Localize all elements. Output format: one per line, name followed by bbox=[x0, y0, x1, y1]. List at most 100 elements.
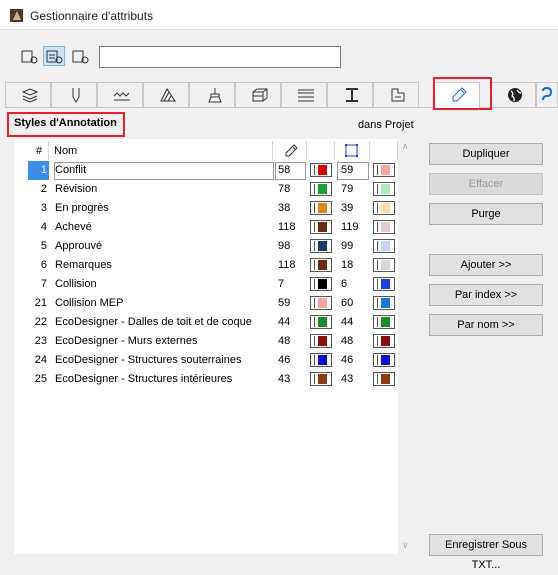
table-row[interactable]: 1 Conflit 58 59 bbox=[14, 161, 398, 180]
tab-surfaces[interactable] bbox=[189, 82, 235, 107]
row-fill-number: 119 bbox=[341, 221, 359, 233]
tab-zone-categories[interactable] bbox=[373, 82, 419, 107]
fill-color-swatch[interactable] bbox=[373, 372, 395, 386]
pen-color-swatch[interactable] bbox=[310, 163, 332, 177]
row-fill-number: 6 bbox=[341, 278, 348, 290]
pen-color-swatch[interactable] bbox=[310, 296, 332, 310]
view-list-icon bbox=[21, 50, 38, 64]
column-pen[interactable] bbox=[273, 141, 307, 160]
pen-color-swatch[interactable] bbox=[310, 201, 332, 215]
fill-color-swatch[interactable] bbox=[373, 220, 395, 234]
row-name: En progrès bbox=[55, 202, 109, 214]
tab-line-types[interactable] bbox=[97, 82, 143, 107]
tab-mep[interactable] bbox=[536, 82, 558, 107]
table-row[interactable]: 23 EcoDesigner - Murs externes 48 48 bbox=[14, 332, 398, 351]
pen-color-swatch[interactable] bbox=[310, 239, 332, 253]
tab-profiles[interactable] bbox=[327, 82, 373, 107]
tab-composites[interactable] bbox=[281, 82, 327, 107]
table-row[interactable]: 24 EcoDesigner - Structures souterraines 4… bbox=[14, 351, 398, 370]
column-pen-color bbox=[307, 141, 335, 160]
fill-color-swatch[interactable] bbox=[373, 239, 395, 253]
view-list-button[interactable] bbox=[18, 46, 40, 66]
row-pen-number: 46 bbox=[278, 354, 291, 366]
pen-color-swatch[interactable] bbox=[310, 220, 332, 234]
pen-color-swatch[interactable] bbox=[310, 258, 332, 272]
row-index: 7 bbox=[40, 278, 47, 290]
row-pen-number: 48 bbox=[278, 335, 291, 347]
purge-button[interactable]: Purge bbox=[429, 203, 543, 225]
fill-color-swatch[interactable] bbox=[373, 163, 395, 177]
scroll-up-icon[interactable]: ∧ bbox=[402, 141, 409, 152]
row-pen-number: 7 bbox=[278, 278, 285, 290]
view-preview-button[interactable] bbox=[69, 46, 91, 66]
tab-building-materials[interactable] bbox=[235, 82, 281, 107]
row-name: Collision bbox=[55, 278, 97, 290]
tab-pens[interactable] bbox=[51, 82, 97, 107]
table-row[interactable]: 4 Achevé 118 119 bbox=[14, 218, 398, 237]
fill-color-swatch[interactable] bbox=[373, 353, 395, 367]
fill-color-swatch[interactable] bbox=[373, 201, 395, 215]
row-fill-number: 59 bbox=[341, 164, 354, 176]
pen-color-swatch[interactable] bbox=[310, 372, 332, 386]
layers-icon bbox=[21, 88, 39, 103]
table-row[interactable]: 7 Collision 7 6 bbox=[14, 275, 398, 294]
row-pen-number: 118 bbox=[278, 259, 296, 271]
fill-color-swatch[interactable] bbox=[373, 315, 395, 329]
append-button[interactable]: Ajouter >> bbox=[429, 254, 543, 276]
table-row[interactable]: 22 EcoDesigner - Dalles de toit et de coq… bbox=[14, 313, 398, 332]
name-edit-field[interactable] bbox=[54, 162, 274, 180]
save-as-txt-button[interactable]: Enregistrer Sous TXT... bbox=[429, 534, 543, 571]
tab-globe[interactable] bbox=[490, 82, 536, 107]
by-index-button[interactable]: Par index >> bbox=[429, 284, 543, 306]
pen-color-swatch[interactable] bbox=[310, 315, 332, 329]
row-index: 23 bbox=[34, 335, 47, 347]
table-row[interactable]: 25 EcoDesigner - Structures intérieures 43… bbox=[14, 370, 398, 389]
profile-icon bbox=[346, 88, 358, 102]
table-row[interactable]: 21 Collision MEP 59 60 bbox=[14, 294, 398, 313]
table-header: # Nom bbox=[14, 141, 398, 160]
search-input[interactable] bbox=[99, 46, 341, 68]
row-name: Conflit bbox=[55, 164, 87, 176]
by-name-button[interactable]: Par nom >> bbox=[429, 314, 543, 336]
active-tab-highlight bbox=[433, 77, 492, 110]
scroll-down-icon[interactable]: ∨ bbox=[402, 540, 409, 551]
globe-icon bbox=[508, 88, 522, 102]
tab-fills[interactable] bbox=[143, 82, 189, 107]
row-name: EcoDesigner - Dalles de toit et de coque bbox=[55, 316, 252, 328]
tab-layers[interactable] bbox=[5, 82, 51, 107]
delete-button[interactable]: Effacer bbox=[429, 173, 543, 195]
table-row[interactable]: 5 Approuvé 98 99 bbox=[14, 237, 398, 256]
surface-brush-icon bbox=[208, 88, 222, 103]
column-index[interactable]: # bbox=[28, 141, 49, 160]
column-fill[interactable] bbox=[335, 141, 370, 160]
scope-label: dans Projet bbox=[358, 119, 414, 131]
row-fill-number: 99 bbox=[341, 240, 354, 252]
fill-color-swatch[interactable] bbox=[373, 258, 395, 272]
fill-color-swatch[interactable] bbox=[373, 277, 395, 291]
row-name: Remarques bbox=[55, 259, 112, 271]
table-row[interactable]: 2 Révision 78 79 bbox=[14, 180, 398, 199]
row-index: 3 bbox=[40, 202, 47, 214]
fill-color-swatch[interactable] bbox=[373, 296, 395, 310]
archicad-app-icon bbox=[10, 9, 23, 22]
column-name[interactable]: Nom bbox=[49, 141, 273, 160]
fill-color-swatch[interactable] bbox=[373, 334, 395, 348]
row-fill-number: 18 bbox=[341, 259, 354, 271]
row-index: 4 bbox=[40, 221, 47, 233]
pen-color-swatch[interactable] bbox=[310, 353, 332, 367]
pen-color-swatch[interactable] bbox=[310, 334, 332, 348]
row-name: EcoDesigner - Murs externes bbox=[55, 335, 198, 347]
table-row[interactable]: 6 Remarques 118 18 bbox=[14, 256, 398, 275]
mep-icon bbox=[542, 87, 553, 101]
row-name: Révision bbox=[55, 183, 98, 195]
table-scrollbar[interactable]: ∧ ∨ bbox=[398, 139, 414, 554]
table-row[interactable]: 3 En progrès 38 39 bbox=[14, 199, 398, 218]
duplicate-button[interactable]: Dupliquer bbox=[429, 143, 543, 165]
pen-color-swatch[interactable] bbox=[310, 182, 332, 196]
fill-color-swatch[interactable] bbox=[373, 182, 395, 196]
view-detail-button[interactable] bbox=[43, 46, 65, 66]
row-pen-number: 59 bbox=[278, 297, 291, 309]
pen-color-swatch[interactable] bbox=[310, 277, 332, 291]
column-name-label: Nom bbox=[54, 145, 78, 157]
attribute-manager-window: Gestionnaire d'attributs Styles d'Annota… bbox=[0, 0, 558, 571]
